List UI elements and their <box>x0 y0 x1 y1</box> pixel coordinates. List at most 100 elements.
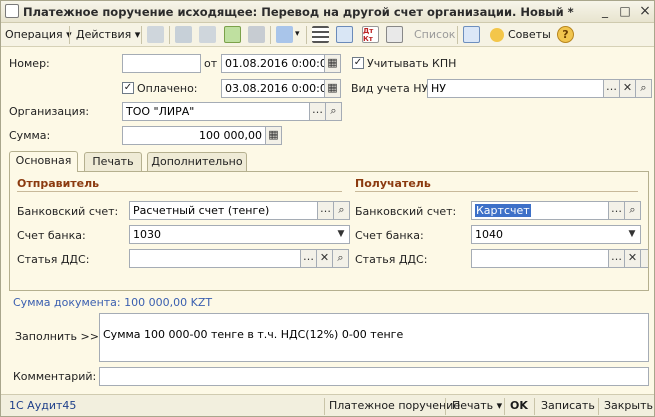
sender-divider <box>17 191 342 192</box>
window-title: Платежное поручение исходящее: Перевод н… <box>23 5 574 19</box>
chevron-down-icon[interactable]: ▼ <box>333 225 350 244</box>
comment-label: Комментарий: <box>13 370 97 383</box>
app-name: 1С Аудит45 <box>9 399 77 412</box>
receiver-title: Получатель <box>355 177 431 190</box>
search-icon[interactable]: ⌕ <box>333 201 350 220</box>
toolbar-divider <box>69 26 70 44</box>
filter-icon[interactable] <box>463 26 480 43</box>
paid-date-input[interactable]: 03.08.2016 0:00:00 <box>221 79 325 98</box>
paid-checkbox[interactable]: ✓ <box>122 82 134 94</box>
subordinate-icon[interactable] <box>336 26 353 43</box>
select-button[interactable]: … <box>603 79 620 98</box>
select-button[interactable]: … <box>309 102 326 121</box>
organization-label: Организация: <box>9 105 90 118</box>
select-button[interactable]: … <box>300 249 317 268</box>
goto-dropdown[interactable]: ▾ <box>295 26 300 44</box>
select-button[interactable]: … <box>608 249 625 268</box>
tips-icon <box>490 28 504 42</box>
date-input[interactable]: 01.08.2016 0:00:00 <box>221 54 325 73</box>
document-icon <box>5 4 19 18</box>
calendar-icon[interactable]: ▦ <box>324 54 341 73</box>
tab-print[interactable]: Печать <box>84 152 142 171</box>
receiver-dds-input[interactable] <box>471 249 609 268</box>
select-button[interactable]: … <box>608 201 625 220</box>
tips-button[interactable]: Советы <box>508 26 551 44</box>
add-doc-icon[interactable] <box>224 26 241 43</box>
tab-additional[interactable]: Дополнительно <box>147 152 247 171</box>
date-from-label: от <box>204 57 218 70</box>
receiver-bank-account-input[interactable]: Картсчет <box>471 201 609 220</box>
calendar-icon[interactable]: ▦ <box>324 79 341 98</box>
clear-icon[interactable]: ✕ <box>316 249 333 268</box>
search-icon[interactable]: ⌕ <box>332 249 349 268</box>
search-icon[interactable]: ⌕ <box>624 201 641 220</box>
toolbar-divider <box>270 26 271 44</box>
sum-input[interactable]: 100 000,00 <box>122 126 266 145</box>
search-icon[interactable]: ⌕ <box>325 102 342 121</box>
close-window-button[interactable]: × <box>637 4 653 19</box>
sender-bank-account-input[interactable]: Расчетный счет (тенге) <box>129 201 318 220</box>
clear-icon[interactable]: ✕ <box>619 79 636 98</box>
search-icon[interactable] <box>640 249 648 268</box>
number-label: Номер: <box>9 57 50 70</box>
print-button[interactable]: Печать ▾ <box>452 399 502 412</box>
receiver-bank-acct-select[interactable]: 1040 <box>471 225 625 244</box>
report-icon[interactable] <box>386 26 403 43</box>
title-bar: Платежное поручение исходящее: Перевод н… <box>1 1 654 23</box>
tax-type-input[interactable]: НУ <box>427 79 604 98</box>
restore-button[interactable]: □ <box>617 4 633 19</box>
organization-input[interactable]: ТОО "ЛИРА" <box>122 102 310 121</box>
operation-menu[interactable]: Операция ▾ <box>5 26 72 44</box>
number-input[interactable] <box>122 54 201 73</box>
copy-doc-icon[interactable] <box>175 26 192 43</box>
receiver-bank-acct-label: Счет банка: <box>355 229 424 242</box>
tab-main[interactable]: Основная <box>9 151 78 172</box>
document-window: Платежное поручение исходящее: Перевод н… <box>0 0 655 417</box>
ok-button[interactable]: OK <box>510 399 528 412</box>
close-button[interactable]: Закрыть <box>604 399 653 412</box>
chevron-down-icon[interactable]: ▼ <box>624 225 641 244</box>
sender-bank-acct-label: Счет банка: <box>17 229 86 242</box>
calculator-icon[interactable]: ▦ <box>265 126 282 145</box>
print-label: Печать <box>452 399 494 412</box>
status-bar: 1С Аудит45 Платежное поручение Печать ▾ … <box>1 394 654 416</box>
delete-doc-icon[interactable] <box>248 26 265 43</box>
save-button[interactable]: Записать <box>541 399 595 412</box>
minimize-button[interactable]: _ <box>597 4 613 19</box>
post-doc-icon[interactable] <box>147 26 164 43</box>
receiver-bank-account-value: Картсчет <box>475 204 531 217</box>
purpose-textarea[interactable]: Сумма 100 000-00 тенге в т.ч. НДС(12%) 0… <box>99 313 649 362</box>
refresh-icon[interactable] <box>199 26 216 43</box>
select-button[interactable]: … <box>317 201 334 220</box>
sender-dds-input[interactable] <box>129 249 301 268</box>
clear-icon[interactable]: ✕ <box>624 249 641 268</box>
comment-input[interactable] <box>99 367 649 386</box>
statusbar-divider <box>324 398 325 415</box>
operation-label: Операция <box>5 28 63 41</box>
kpn-checkbox[interactable]: ✓ <box>352 57 364 69</box>
tab-panel: Отправитель Получатель Банковский счет: … <box>9 171 649 291</box>
fill-label: Заполнить >> <box>15 330 99 343</box>
actions-menu[interactable]: Действия ▾ <box>76 26 140 44</box>
help-icon[interactable]: ? <box>557 26 574 43</box>
fill-button[interactable]: Заполнить >> ▾ <box>15 330 108 343</box>
goto-icon[interactable] <box>276 26 293 43</box>
actions-label: Действия <box>76 28 132 41</box>
list-button[interactable]: Список <box>414 26 455 44</box>
sender-dds-label: Статья ДДС: <box>17 253 90 266</box>
receiver-dds-label: Статья ДДС: <box>355 253 428 266</box>
paid-label: Оплачено: <box>137 82 198 95</box>
statusbar-divider <box>445 398 446 415</box>
tax-type-label: Вид учета НУ: <box>351 82 432 95</box>
toolbar-divider <box>457 26 458 44</box>
sum-label: Сумма: <box>9 129 51 142</box>
search-icon[interactable]: ⌕ <box>635 79 652 98</box>
sender-bank-acct-select[interactable]: 1030 <box>129 225 334 244</box>
receiver-bank-account-label: Банковский счет: <box>355 205 457 218</box>
debit-credit-icon[interactable]: Дт Кт <box>362 26 379 43</box>
structure-icon[interactable] <box>312 26 329 43</box>
sender-title: Отправитель <box>17 177 100 190</box>
payment-order-button[interactable]: Платежное поручение <box>329 399 460 412</box>
document-sum-link[interactable]: Сумма документа: 100 000,00 KZT <box>13 296 212 309</box>
toolbar: Операция ▾ Действия ▾ ▾ Дт Кт Список Сове… <box>1 23 654 47</box>
